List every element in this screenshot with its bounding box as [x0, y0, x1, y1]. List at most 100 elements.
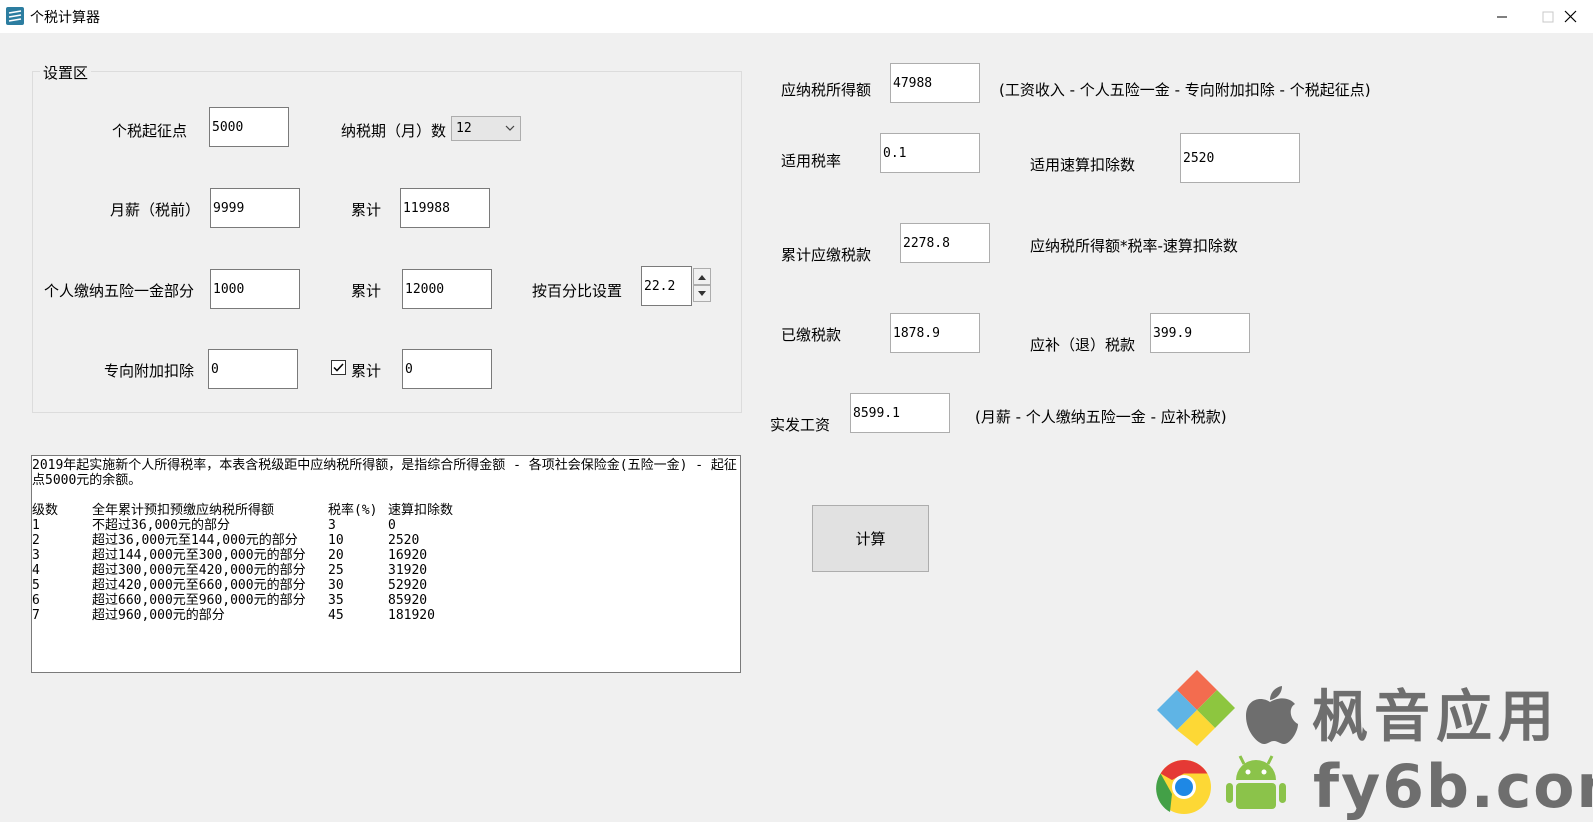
check-icon: [333, 363, 344, 372]
percent-input[interactable]: 22.2: [641, 266, 692, 306]
table-row: 6 超过660,000元至960,000元的部分 35 85920: [32, 593, 737, 608]
salary-total-label: 累计: [351, 201, 382, 219]
minimize-button[interactable]: [1479, 0, 1525, 33]
table-row-rate: 10: [328, 533, 344, 548]
watermark-name: 枫音应用: [1312, 685, 1560, 750]
spin-down-icon: [698, 290, 706, 296]
table-row-deduction: 31920: [388, 563, 428, 578]
percent-label: 按百分比设置: [532, 282, 623, 300]
salary-total-input[interactable]: 119988: [400, 188, 490, 228]
table-header-rate: 税率(%): [328, 503, 378, 518]
special-total-input[interactable]: 0: [402, 349, 492, 389]
watermark-site: fy6b.com: [1313, 752, 1593, 822]
table-row-rate: 20: [328, 548, 344, 563]
table-row-rate: 45: [328, 608, 344, 623]
table-row-rate: 3: [328, 518, 336, 533]
threshold-input[interactable]: 5000: [209, 107, 289, 147]
net-pay-label: 实发工资: [770, 416, 831, 434]
paid-output[interactable]: 1878.9: [890, 313, 980, 353]
table-header-deduction: 速算扣除数: [388, 503, 454, 518]
table-row: 3 超过144,000元至300,000元的部分 20 16920: [32, 548, 737, 563]
cumulative-label: 累计应缴税款: [781, 246, 872, 264]
rate-output[interactable]: 0.1: [880, 133, 980, 173]
table-row-deduction: 181920: [388, 608, 435, 623]
periods-label: 纳税期（月）数: [341, 122, 447, 140]
table-row-range: 不超过36,000元的部分: [92, 518, 230, 533]
android-icon: [1226, 755, 1286, 809]
table-row-rate: 30: [328, 578, 344, 593]
chrome-icon: [1156, 760, 1211, 814]
table-row-range: 超过660,000元至960,000元的部分: [92, 593, 306, 608]
table-row-level: 1: [32, 518, 40, 533]
cumulative-output[interactable]: 2278.8: [900, 223, 990, 263]
table-row-deduction: 16920: [388, 548, 428, 563]
table-row: 2 超过36,000元至144,000元的部分 10 2520: [32, 533, 737, 548]
refund-output[interactable]: 399.9: [1150, 313, 1250, 353]
windows-logo-icon: [1157, 670, 1235, 746]
net-pay-output[interactable]: 8599.1: [850, 393, 950, 433]
table-row-deduction: 85920: [388, 593, 428, 608]
table-row-rate: 25: [328, 563, 344, 578]
insurance-total-label: 累计: [351, 282, 382, 300]
threshold-label: 个税起征点: [112, 122, 188, 140]
minimize-icon: [1497, 16, 1507, 17]
taxable-label: 应纳税所得额: [781, 81, 872, 99]
table-row: 5 超过420,000元至660,000元的部分 30 52920: [32, 578, 737, 593]
close-icon: [1564, 10, 1576, 23]
table-row: 1 不超过36,000元的部分 3 0: [32, 518, 737, 533]
refund-label: 应补（退）税款: [1030, 336, 1136, 354]
table-row-level: 3: [32, 548, 40, 563]
tax-info-textarea[interactable]: 2019年起实施新个人所得税率，本表含税级距中应纳税所得额，是指综合所得金额 -…: [31, 455, 741, 673]
table-header-level: 级数: [32, 503, 59, 518]
net-pay-note: (月薪 - 个人缴纳五险一金 - 应补税款): [975, 408, 1227, 426]
settings-group-label: 设置区: [40, 62, 92, 83]
table-row-level: 5: [32, 578, 40, 593]
table-row-range: 超过36,000元至144,000元的部分: [92, 533, 298, 548]
tax-info-intro: 2019年起实施新个人所得税率，本表含税级距中应纳税所得额，是指综合所得金额 -…: [32, 458, 737, 488]
special-total-label[interactable]: 累计: [351, 360, 381, 381]
taxable-note: (工资收入 - 个人五险一金 - 专向附加扣除 - 个税起征点): [999, 81, 1371, 99]
cumulative-note: 应纳税所得额*税率-速算扣除数: [1030, 237, 1238, 255]
special-total-checkbox[interactable]: [331, 360, 346, 375]
percent-spin-down-button[interactable]: [693, 285, 711, 302]
table-header: 级数 全年累计预扣预缴应纳税所得额 税率(%) 速算扣除数: [32, 503, 737, 518]
table-row-deduction: 0: [388, 518, 396, 533]
table-row-deduction: 52920: [388, 578, 428, 593]
taxable-output[interactable]: 47988: [890, 63, 980, 103]
close-button[interactable]: [1547, 0, 1593, 33]
table-header-range: 全年累计预扣预缴应纳税所得额: [92, 503, 275, 518]
table-row-level: 6: [32, 593, 40, 608]
chevron-down-icon: [505, 125, 515, 131]
quick-deduction-output[interactable]: 2520: [1180, 133, 1300, 183]
insurance-label: 个人缴纳五险一金部分: [44, 282, 195, 300]
percent-spin-up-button[interactable]: [693, 268, 711, 285]
special-input[interactable]: 0: [208, 349, 298, 389]
table-row-level: 4: [32, 563, 40, 578]
apple-icon: [1246, 686, 1298, 744]
periods-select[interactable]: 12: [451, 116, 521, 141]
insurance-total-input[interactable]: 12000: [402, 269, 492, 309]
paid-label: 已缴税款: [781, 326, 842, 344]
table-row-range: 超过300,000元至420,000元的部分: [92, 563, 306, 578]
app-icon: [6, 7, 24, 25]
table-row-range: 超过960,000元的部分: [92, 608, 225, 623]
table-row-level: 2: [32, 533, 40, 548]
table-row-deduction: 2520: [388, 533, 420, 548]
table-row: 7 超过960,000元的部分 45 181920: [32, 608, 737, 623]
rate-label: 适用税率: [781, 152, 842, 170]
salary-input[interactable]: 9999: [210, 188, 300, 228]
table-row-level: 7: [32, 608, 40, 623]
table-row: 4 超过300,000元至420,000元的部分 25 31920: [32, 563, 737, 578]
table-row-range: 超过144,000元至300,000元的部分: [92, 548, 306, 563]
salary-label: 月薪（税前）: [110, 201, 201, 219]
quick-deduction-label: 适用速算扣除数: [1030, 156, 1136, 174]
insurance-input[interactable]: 1000: [210, 269, 300, 309]
table-row-rate: 35: [328, 593, 344, 608]
periods-select-value: 12: [456, 121, 472, 136]
special-label: 专向附加扣除: [104, 362, 195, 380]
table-row-range: 超过420,000元至660,000元的部分: [92, 578, 306, 593]
window-title: 个税计算器: [30, 10, 100, 26]
spin-up-icon: [698, 274, 706, 280]
title-bar[interactable]: 个税计算器: [0, 0, 1593, 33]
calculate-button[interactable]: 计算: [812, 505, 929, 572]
